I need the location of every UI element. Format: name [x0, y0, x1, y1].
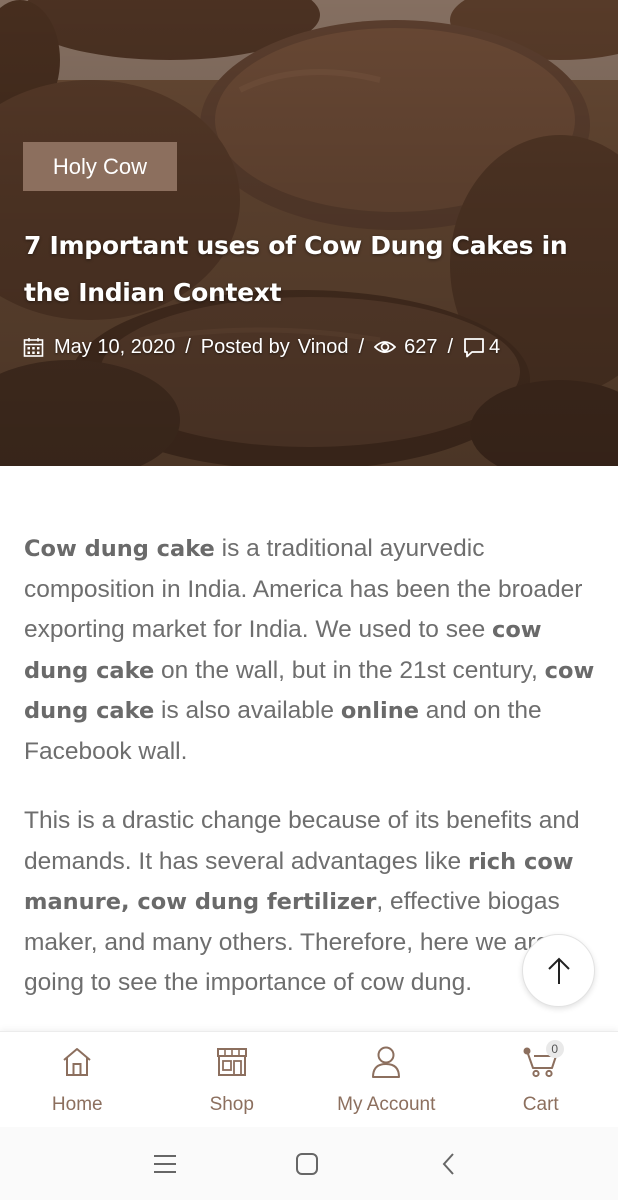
post-title: 7 Important uses of Cow Dung Cakes in th…	[24, 231, 568, 307]
view-count: 627	[404, 335, 438, 358]
home-button-icon[interactable]	[267, 1127, 347, 1200]
posted-by-label: Posted by	[200, 335, 290, 358]
home-icon	[61, 1044, 93, 1080]
nav-shop[interactable]: Shop	[155, 1032, 310, 1127]
shop-icon	[215, 1044, 249, 1080]
meta-separator: /	[447, 335, 454, 358]
bold-phrase: Cow dung cake	[24, 536, 215, 562]
cart-count-badge: 0	[545, 1040, 564, 1058]
category-badge[interactable]: Holy Cow	[23, 142, 177, 191]
comment-count[interactable]: 4	[489, 336, 500, 359]
scroll-to-top-button[interactable]	[522, 934, 595, 1007]
nav-label: Home	[51, 1094, 103, 1115]
recent-apps-icon[interactable]	[125, 1127, 205, 1200]
nav-cart[interactable]: 0 Cart	[464, 1032, 618, 1127]
article-paragraph: This is a drastic change because of its …	[24, 801, 602, 1004]
nav-label: My Account	[337, 1094, 436, 1115]
nav-home[interactable]: Home	[0, 1032, 155, 1127]
paragraph-text: is also available	[154, 697, 341, 724]
system-navigation-bar	[0, 1127, 618, 1200]
article-body: Cow dung cake is a traditional ayurvedic…	[24, 529, 602, 1033]
nav-label: Cart	[522, 1094, 559, 1115]
nav-label: Shop	[209, 1094, 254, 1115]
calendar-icon	[23, 337, 44, 358]
post-meta: May 10, 2020 / Posted by Vinod / 627 / 4	[23, 333, 500, 361]
post-author[interactable]: Vinod	[298, 336, 349, 359]
post-date[interactable]: May 10, 2020	[54, 336, 175, 359]
back-icon[interactable]	[409, 1127, 489, 1200]
bottom-navigation: Home Shop My Account 0 Cart	[0, 1031, 618, 1127]
cart-icon: 0	[522, 1040, 564, 1080]
article-paragraph: Cow dung cake is a traditional ayurvedic…	[24, 529, 602, 772]
user-icon	[370, 1044, 402, 1080]
hero-banner: Holy Cow 7 Important uses of Cow Dung Ca…	[0, 0, 618, 466]
paragraph-text: on the wall, but in the 21st century,	[154, 656, 545, 684]
arrow-up-icon	[547, 957, 570, 984]
eye-icon	[374, 339, 397, 355]
comment-icon[interactable]	[463, 337, 485, 358]
nav-my-account[interactable]: My Account	[309, 1032, 464, 1127]
meta-separator: /	[185, 335, 191, 358]
bold-phrase: online	[340, 698, 419, 724]
meta-separator: /	[358, 335, 365, 358]
